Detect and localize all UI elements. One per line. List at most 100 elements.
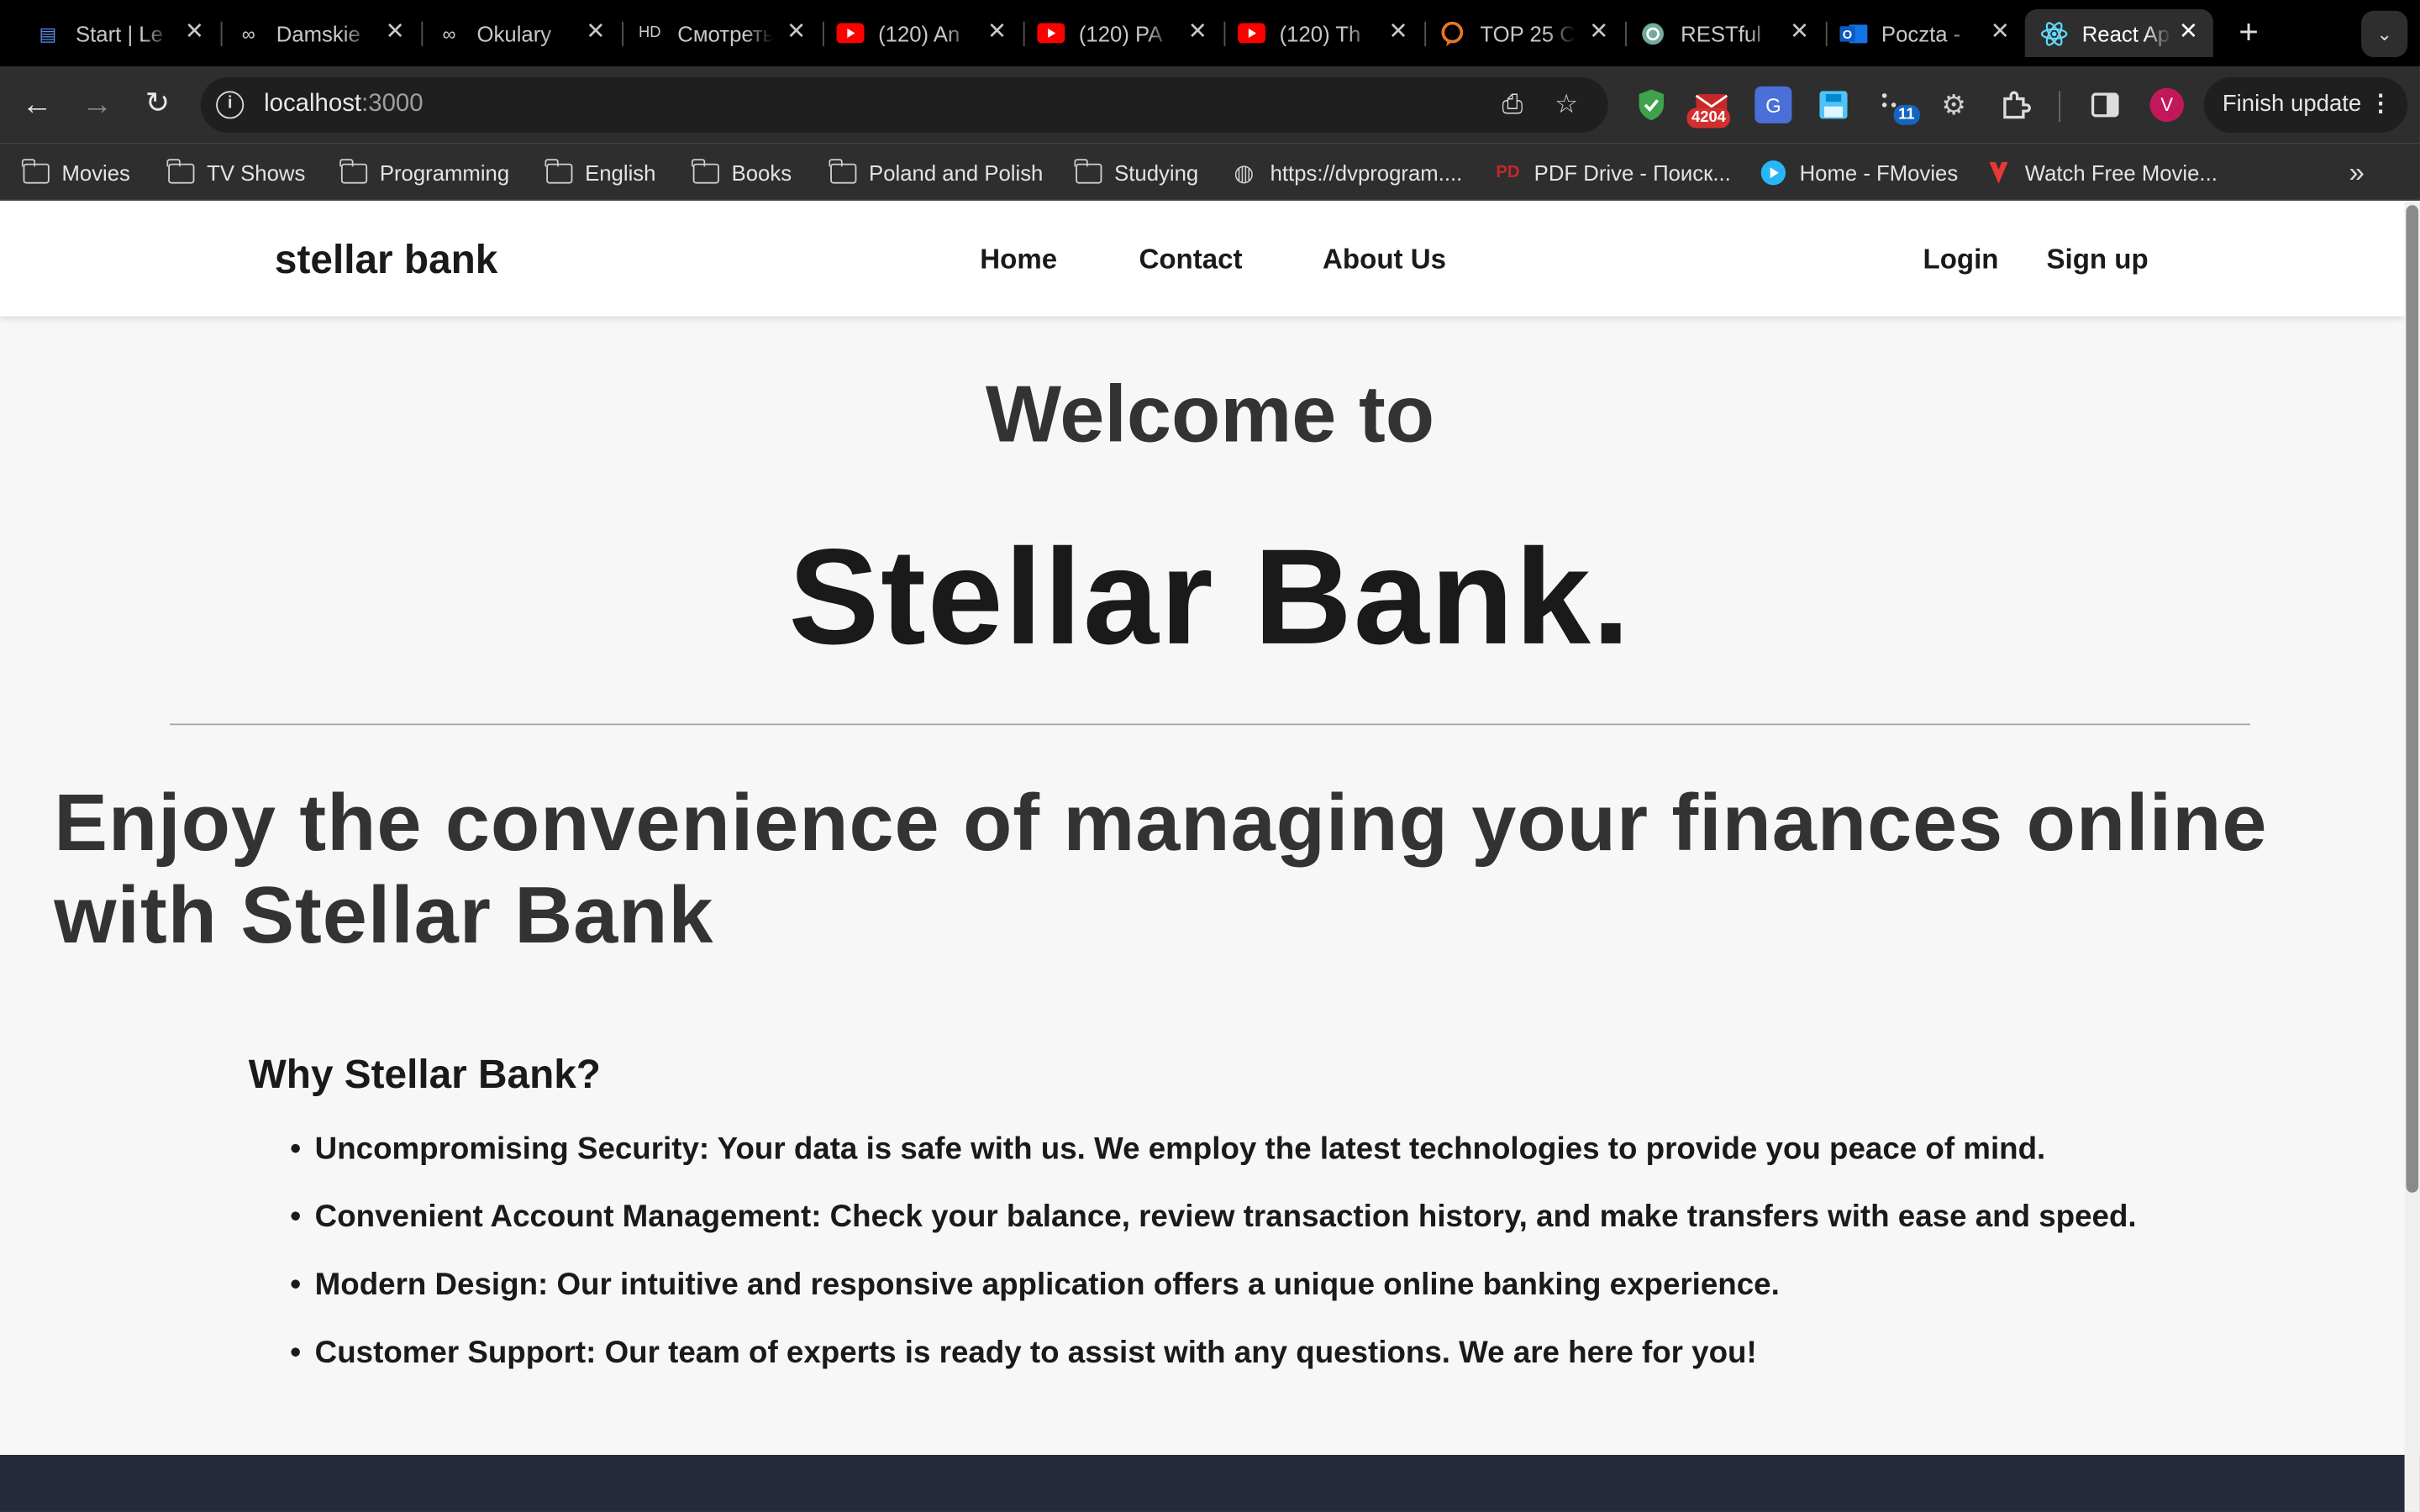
bookmark-label: TV Shows [207, 160, 306, 186]
tab-strip: ▤ Start | Le ✕ ∞ Damskie ✕ ∞ Okulary ✕ H… [0, 0, 2420, 66]
close-icon[interactable]: ✕ [182, 19, 207, 45]
tab-top25[interactable]: TOP 25 C ✕ [1423, 9, 1627, 57]
toolbar-divider [2059, 91, 2060, 123]
browser-toolbar: ← → ↻ i localhost:3000 ⎙ ☆ 4204 G 11 ⚙ V… [0, 66, 2420, 144]
bookmark-label: PDF Drive - Поиск... [1534, 160, 1731, 186]
feature-item-customer-support: Customer Support: Our team of experts is… [290, 1331, 2136, 1399]
shield-extension-icon[interactable] [1633, 87, 1670, 123]
bookmark-movies[interactable]: Movies [21, 157, 130, 188]
svg-text:O: O [1843, 28, 1852, 41]
folder-icon [1074, 158, 1102, 185]
bookmark-fmovies[interactable]: Home - FMovies [1760, 157, 1958, 188]
tab-damskie[interactable]: ∞ Damskie ✕ [219, 9, 424, 57]
new-tab-icon[interactable]: + [2232, 14, 2265, 49]
tab-start[interactable]: ▤ Start | Le ✕ [18, 9, 223, 57]
tab-title: React Ap [2081, 20, 2170, 46]
feature-item-account-management: Convenient Account Management: Check you… [290, 1195, 2136, 1263]
bookmark-english[interactable]: English [544, 157, 655, 188]
tagline-heading: Enjoy the convenience of managing your f… [54, 779, 2268, 962]
tab-title: Start | Le [75, 20, 163, 46]
close-icon[interactable]: ✕ [583, 19, 608, 45]
bookmarks-bar: Movies TV Shows Programming English Book… [0, 143, 2420, 201]
login-link[interactable]: Login [1923, 244, 1999, 276]
page-scrollbar[interactable] [2404, 202, 2420, 1512]
gear-extension-icon[interactable]: ⚙ [1935, 87, 1972, 123]
nav-contact-link[interactable]: Contact [1139, 244, 1242, 276]
back-arrow-icon[interactable]: ← [17, 85, 57, 125]
hero-title: Stellar Bank. [788, 519, 1632, 673]
close-icon[interactable]: ✕ [1186, 19, 1210, 45]
close-icon[interactable]: ✕ [985, 19, 1009, 45]
close-icon[interactable]: ✕ [784, 19, 808, 45]
tab-title: (120) PA [1078, 20, 1163, 46]
bookmark-label: Programming [379, 160, 510, 186]
puzzle-extensions-icon[interactable] [1997, 87, 2034, 123]
close-icon[interactable]: ✕ [2176, 19, 2201, 45]
outlook-icon: O [1839, 21, 1868, 45]
address-bar[interactable]: i localhost:3000 ⎙ ☆ [200, 76, 1608, 133]
more-bookmarks-icon[interactable]: » [2349, 157, 2364, 188]
reload-icon[interactable]: ↻ [137, 85, 177, 125]
mail-extension-icon[interactable]: 4204 [1686, 87, 1731, 129]
save-extension-icon[interactable] [1815, 87, 1852, 123]
folder-icon [691, 158, 719, 185]
bookmark-pdf-drive[interactable]: PD PDF Drive - Поиск... [1494, 157, 1731, 188]
bookmark-programming[interactable]: Programming [339, 157, 509, 188]
bookmark-label: Watch Free Movie... [2024, 160, 2217, 186]
site-footer [0, 1455, 2420, 1512]
bookmark-label: Home - FMovies [1799, 160, 1959, 186]
site-info-icon[interactable]: i [216, 91, 245, 119]
close-icon[interactable]: ✕ [1386, 19, 1410, 45]
bookmark-dvprogram[interactable]: ◍ https://dvprogram.... [1230, 157, 1462, 188]
bookmark-star-icon[interactable]: ☆ [1551, 90, 1582, 121]
bookmark-poland-and-polish[interactable]: Poland and Polish [829, 157, 1043, 188]
finish-update-button[interactable]: Finish update ⋮ [2203, 76, 2408, 133]
profile-avatar[interactable]: V [2149, 87, 2184, 123]
forward-arrow-icon[interactable]: → [77, 85, 118, 125]
translate-extension-icon[interactable]: G [1754, 86, 1792, 123]
scrollbar-thumb[interactable] [2406, 205, 2419, 1193]
play-icon [1760, 160, 1787, 186]
bookmark-tv-shows[interactable]: TV Shows [166, 157, 305, 188]
close-icon[interactable]: ✕ [383, 19, 408, 45]
bookmark-studying[interactable]: Studying [1074, 157, 1198, 188]
close-icon[interactable]: ✕ [1988, 19, 2012, 45]
bookmark-label: Poland and Polish [869, 160, 1044, 186]
globe-icon: ◍ [1234, 160, 1255, 187]
folder-icon [339, 158, 367, 185]
site-navbar: stellar bank Home Contact About Us Login… [0, 202, 2405, 317]
glasses-icon: ∞ [241, 22, 255, 45]
bookmark-books[interactable]: Books [691, 157, 792, 188]
extension-badge: 11 [1893, 104, 1920, 125]
tab-title: TOP 25 C [1480, 20, 1576, 46]
youtube-icon [836, 21, 865, 45]
kebab-menu-icon[interactable]: ⋮ [2369, 77, 2392, 133]
browser-window: ▤ Start | Le ✕ ∞ Damskie ✕ ∞ Okulary ✕ H… [0, 0, 2420, 1512]
shield-icon [1985, 160, 2012, 185]
openai-icon [1639, 21, 1667, 45]
bookmark-watch-free-movies[interactable]: Watch Free Movie... [1985, 157, 2217, 188]
hd-icon: HD [638, 24, 661, 42]
signup-link[interactable]: Sign up [2046, 244, 2148, 276]
close-icon[interactable]: ✕ [1586, 19, 1611, 45]
tab-search-chevron-icon[interactable]: ⌄ [2361, 10, 2408, 57]
side-panel-icon[interactable] [2086, 87, 2123, 123]
nav-home-link[interactable]: Home [980, 244, 1057, 276]
tab-youtube-2[interactable]: (120) PA ✕ [1022, 9, 1226, 57]
nav-about-link[interactable]: About Us [1323, 244, 1446, 276]
tasks-extension-icon[interactable]: 11 [1876, 87, 1920, 125]
tab-react-app[interactable]: React Ap ✕ [2024, 9, 2213, 57]
tab-youtube-3[interactable]: (120) Th ✕ [1223, 9, 1427, 57]
tab-smotret[interactable]: HD Смотреть ✕ [620, 9, 824, 57]
finish-update-label: Finish update [2222, 91, 2362, 118]
react-icon [2040, 21, 2068, 45]
tab-poczta[interactable]: O Poczta - ✕ [1824, 9, 2025, 57]
tab-restful[interactable]: RESTful ✕ [1623, 9, 1828, 57]
tab-youtube-1[interactable]: (120) An ✕ [821, 9, 1025, 57]
brand-logo[interactable]: stellar bank [275, 236, 497, 284]
close-icon[interactable]: ✕ [1787, 19, 1812, 45]
tab-title: Poczta - [1881, 20, 1961, 46]
install-app-icon[interactable]: ⎙ [1497, 90, 1528, 121]
tab-title: Okulary [476, 20, 552, 46]
tab-okulary[interactable]: ∞ Okulary ✕ [420, 9, 624, 57]
